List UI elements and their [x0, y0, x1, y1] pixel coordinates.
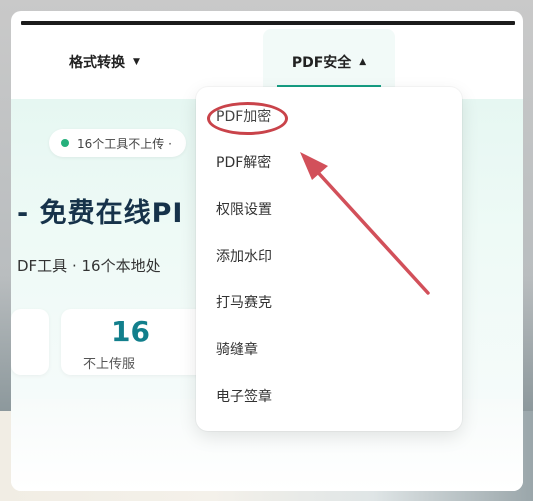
triangle-up-icon: ▲	[359, 57, 367, 67]
feature-badge: 16个工具不上传 ·	[49, 129, 186, 157]
screenshot-card: 格式转换 ▼ PDF安全 ▲ 16个工具不上传 · - 免费在线PI DF工具 …	[11, 11, 523, 491]
menu-item-add-watermark[interactable]: 添加水印	[216, 242, 272, 270]
stat-number: 16	[111, 315, 150, 348]
triangle-down-icon: ▼	[133, 57, 140, 67]
badge-text: 16个工具不上传 ·	[77, 136, 172, 151]
nav-format-label: 格式转换	[69, 55, 125, 71]
menu-item-e-signature[interactable]: 电子签章	[216, 382, 272, 410]
stat-label: 不上传服	[83, 357, 136, 372]
top-border	[21, 21, 515, 25]
menu-item-pdf-encrypt[interactable]: PDF加密	[216, 102, 271, 130]
page-headline: - 免费在线PI	[17, 198, 184, 229]
nav-pdf-security[interactable]: PDF安全 ▲	[263, 29, 395, 95]
menu-item-seam-seal[interactable]: 骑缝章	[216, 335, 258, 363]
pdf-security-dropdown: PDF加密 PDF解密 权限设置 添加水印 打马赛克 骑缝章 电子签章	[196, 87, 462, 431]
status-dot-icon	[61, 139, 69, 147]
page-subline: DF工具 · 16个本地处	[17, 257, 161, 275]
stat-card-left	[11, 309, 49, 375]
menu-item-pdf-decrypt[interactable]: PDF解密	[216, 148, 271, 176]
menu-item-mosaic[interactable]: 打马赛克	[216, 288, 272, 316]
nav-format-convert[interactable]: 格式转换 ▼	[69, 29, 140, 95]
nav-pdf-security-label: PDF安全	[291, 55, 352, 71]
menu-item-permissions[interactable]: 权限设置	[216, 195, 272, 223]
